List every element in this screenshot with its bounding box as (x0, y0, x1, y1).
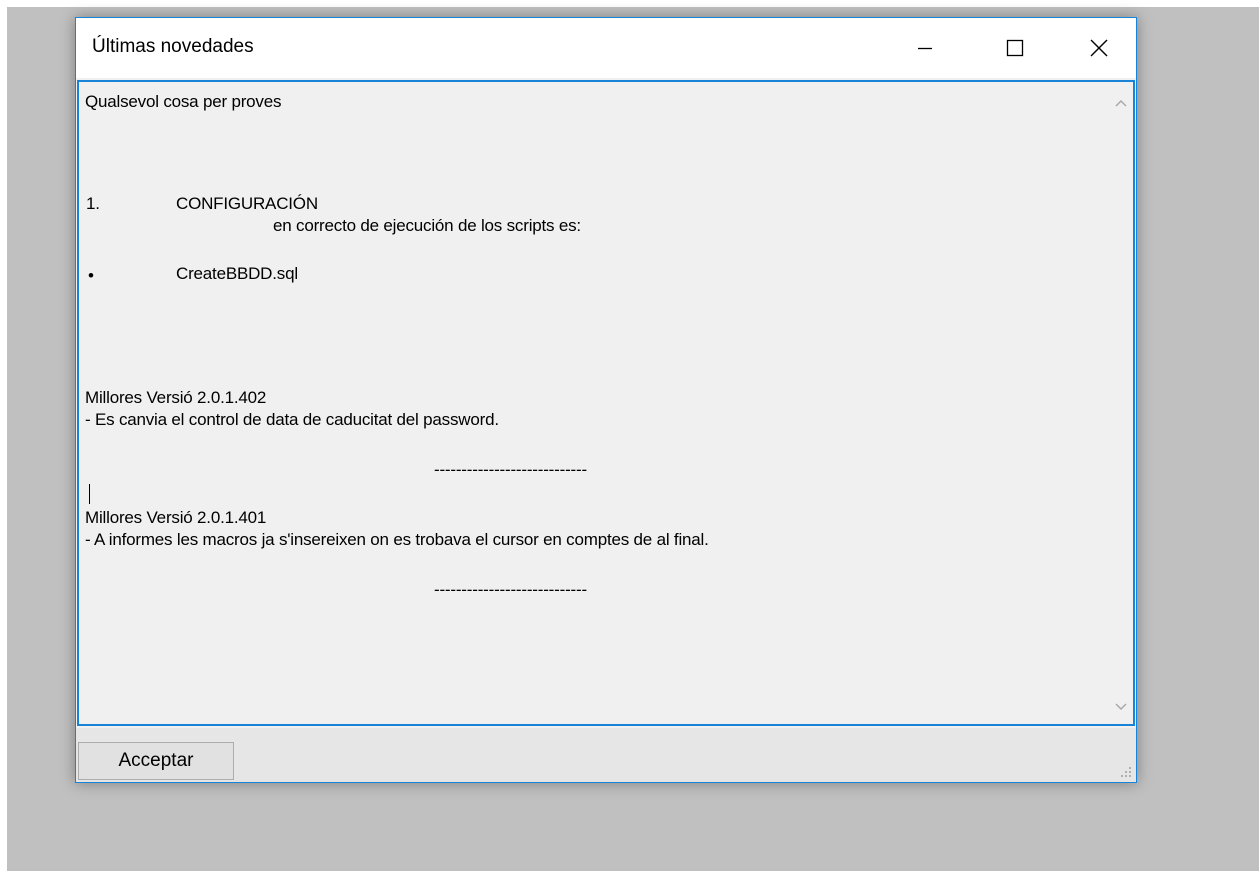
scroll-down-button[interactable] (1109, 692, 1133, 722)
button-bar: Acceptar (76, 728, 1136, 782)
resize-grip-icon[interactable] (1120, 766, 1132, 778)
release-notes-textbox[interactable]: Qualsevol cosa per proves 1. CONFIGURACI… (77, 80, 1135, 726)
text-line: en correcto de ejecución de los scripts … (273, 216, 581, 235)
window-title: Últimas novedades (92, 36, 254, 57)
accept-button[interactable]: Acceptar (78, 742, 234, 780)
minimize-button[interactable] (896, 18, 954, 78)
text-cursor (89, 484, 90, 504)
chevron-down-icon (1115, 703, 1127, 710)
list-number: 1. (86, 194, 100, 213)
vertical-scrollbar[interactable] (1109, 82, 1133, 724)
separator-line: ---------------------------- (434, 460, 587, 479)
scroll-up-button[interactable] (1109, 88, 1133, 118)
text-line: Qualsevol cosa per proves (85, 92, 282, 111)
version-heading: Millores Versió 2.0.1.401 (85, 508, 267, 527)
text-line: - A informes les macros ja s'insereixen … (85, 530, 709, 549)
text-line: CreateBBDD.sql (176, 264, 298, 283)
separator-line: ---------------------------- (434, 580, 587, 599)
section-heading: CONFIGURACIÓN (176, 194, 318, 213)
maximize-button[interactable] (986, 18, 1044, 78)
minimize-icon (918, 47, 932, 50)
maximize-icon (1006, 39, 1024, 57)
release-notes-text: Qualsevol cosa per proves 1. CONFIGURACI… (79, 82, 1109, 724)
close-button[interactable] (1070, 18, 1128, 78)
close-icon (1090, 39, 1108, 57)
bullet-marker: • (88, 266, 94, 285)
text-line: - Es canvia el control de data de caduci… (85, 410, 499, 429)
version-heading: Millores Versió 2.0.1.402 (85, 388, 267, 407)
title-bar[interactable]: Últimas novedades (76, 18, 1136, 78)
chevron-up-icon (1115, 100, 1127, 107)
dialog-window: Últimas novedades Qualsevol cosa per pro… (75, 17, 1137, 783)
